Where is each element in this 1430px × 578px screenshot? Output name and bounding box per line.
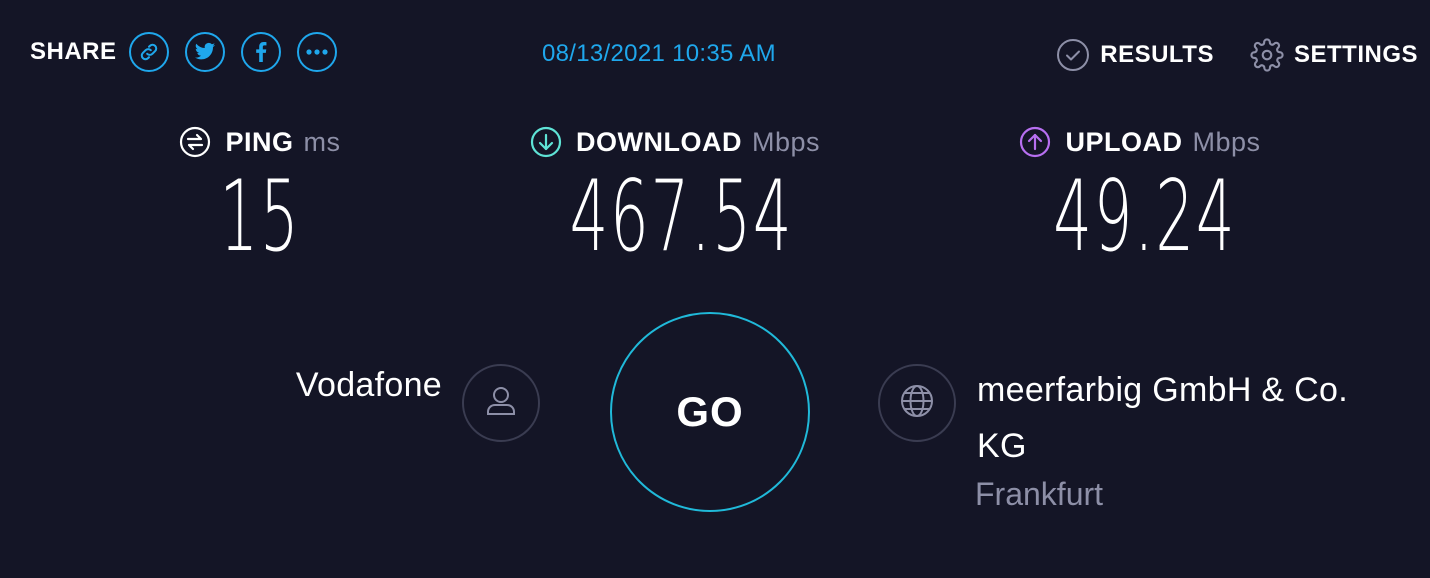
upload-value: 49.24 xyxy=(1053,160,1237,274)
share-label: SHARE xyxy=(30,38,117,65)
link-icon[interactable] xyxy=(128,32,169,72)
results-label: RESULTS xyxy=(1100,41,1214,68)
ping-label: PING xyxy=(225,126,294,157)
top-nav: RESULTS SETTINGS xyxy=(1056,38,1418,72)
speedtest-result-page: SHARE 08/13/2021 10:35 AM RESULTS SETTIN… xyxy=(0,0,1430,578)
test-timestamp: 08/13/2021 10:35 AM xyxy=(542,40,776,67)
change-isp-button[interactable] xyxy=(462,364,540,442)
ping-unit: ms xyxy=(303,126,341,157)
change-server-button[interactable] xyxy=(878,364,956,442)
user-icon xyxy=(481,381,521,426)
twitter-icon[interactable] xyxy=(184,32,225,72)
more-icon[interactable] xyxy=(296,32,337,72)
download-label: DOWNLOAD xyxy=(575,126,742,157)
ping-icon xyxy=(179,126,211,158)
isp-name: Vodafone xyxy=(295,366,442,404)
download-metric: DOWNLOAD Mbps 467.54 xyxy=(505,126,845,266)
ping-value: 15 xyxy=(219,160,301,274)
server-location: Frankfurt xyxy=(975,476,1104,512)
upload-header: UPLOAD Mbps xyxy=(1000,126,1280,158)
facebook-icon[interactable] xyxy=(240,32,281,72)
server-info[interactable]: meerfarbig GmbH & Co. KG Frankfurt xyxy=(975,362,1397,513)
download-value: 467.54 xyxy=(569,160,794,274)
share-bar: SHARE xyxy=(30,32,353,72)
upload-label: UPLOAD xyxy=(1065,126,1183,157)
upload-metric: UPLOAD Mbps 49.24 xyxy=(1000,126,1280,266)
results-button[interactable]: RESULTS xyxy=(1056,38,1214,72)
upload-arrow-icon xyxy=(1019,126,1051,158)
ping-metric: PING ms 15 xyxy=(170,126,350,266)
download-arrow-icon xyxy=(530,126,562,158)
gear-icon xyxy=(1250,38,1284,72)
download-unit: Mbps xyxy=(751,126,820,157)
ping-header: PING ms xyxy=(170,126,350,158)
go-button[interactable]: GO xyxy=(610,312,810,512)
settings-label: SETTINGS xyxy=(1293,41,1418,68)
globe-icon xyxy=(897,381,937,426)
server-name: meerfarbig GmbH & Co. KG xyxy=(977,371,1348,465)
upload-unit: Mbps xyxy=(1192,126,1261,157)
check-circle-icon xyxy=(1056,38,1090,72)
download-header: DOWNLOAD Mbps xyxy=(505,126,845,158)
settings-button[interactable]: SETTINGS xyxy=(1250,38,1418,72)
